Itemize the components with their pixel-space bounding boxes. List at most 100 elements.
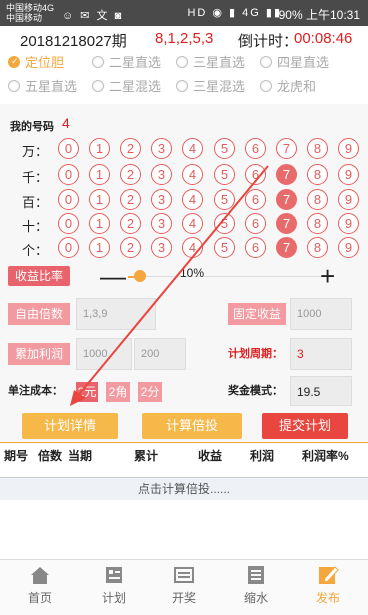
number-ball[interactable]: 1 <box>89 189 110 210</box>
number-ball[interactable]: 9 <box>338 237 359 258</box>
radio-icon <box>176 79 188 92</box>
nav-publish[interactable]: 发布 <box>298 564 358 606</box>
profit-ratio-label: 收益比率 <box>8 266 70 286</box>
number-ball[interactable]: 1 <box>89 213 110 234</box>
digit-row: 十： 0 1 2 3 4 5 6 7 8 9 <box>0 213 368 235</box>
number-ball[interactable]: 3 <box>151 189 172 210</box>
unit-option-jiao[interactable]: 2角 <box>106 382 130 402</box>
profit-ratio-slider-thumb[interactable] <box>133 270 146 282</box>
number-ball[interactable]: 0 <box>58 189 79 210</box>
mode-option-wuxing-zhixuan[interactable]: 五星直选 <box>8 76 77 95</box>
decrease-button[interactable]: — <box>100 261 126 292</box>
mode-option-dingweidan[interactable]: 定位胆 <box>8 52 64 71</box>
number-ball[interactable]: 2 <box>120 189 141 210</box>
number-ball[interactable]: 0 <box>58 213 79 234</box>
profit-ratio-value: 10% <box>180 266 205 280</box>
nav-plan[interactable]: 计划 <box>84 564 144 606</box>
calculate-multiplier-button[interactable]: 计算倍投 <box>142 413 242 439</box>
accumulate-input-2[interactable]: 200 <box>134 338 186 370</box>
carrier-2: 中国移动 <box>6 13 43 23</box>
number-ball[interactable]: 7 <box>276 164 297 185</box>
accumulate-profit-button[interactable]: 累加利润 <box>8 343 70 365</box>
fixed-profit-button[interactable]: 固定收益 <box>228 303 286 325</box>
number-ball[interactable]: 5 <box>214 189 235 210</box>
number-ball[interactable]: 0 <box>58 138 79 159</box>
mode-option-erxing-zhixuan[interactable]: 二星直选 <box>92 52 161 71</box>
mode-option-longhuhe[interactable]: 龙虎和 <box>260 76 316 95</box>
number-ball[interactable]: 2 <box>120 237 141 258</box>
mode-label: 五星直选 <box>25 79 78 94</box>
number-ball[interactable]: 2 <box>120 164 141 185</box>
mode-option-sanxing-hunxuan[interactable]: 三星混选 <box>176 76 245 95</box>
number-ball[interactable]: 4 <box>182 237 203 258</box>
number-ball[interactable]: 8 <box>307 237 328 258</box>
number-ball[interactable]: 4 <box>182 164 203 185</box>
number-ball[interactable]: 2 <box>120 138 141 159</box>
column-header: 收益 <box>198 449 223 463</box>
number-ball[interactable]: 8 <box>307 189 328 210</box>
number-ball[interactable]: 3 <box>151 138 172 159</box>
plan-detail-button[interactable]: 计划详情 <box>22 413 118 439</box>
number-ball[interactable]: 5 <box>214 138 235 159</box>
plan-icon <box>106 567 122 583</box>
number-ball[interactable]: 9 <box>338 138 359 159</box>
number-ball[interactable]: 5 <box>214 237 235 258</box>
increase-button[interactable]: + <box>320 261 335 292</box>
number-ball[interactable]: 8 <box>307 164 328 185</box>
digit-row-label: 个： <box>22 243 49 258</box>
number-ball[interactable]: 1 <box>89 164 110 185</box>
countdown-timer: 00:08:46 <box>294 30 353 47</box>
digit-row-label: 万： <box>22 144 49 159</box>
number-ball[interactable]: 1 <box>89 237 110 258</box>
submit-plan-button[interactable]: 提交计划 <box>262 413 348 439</box>
number-ball[interactable]: 8 <box>307 213 328 234</box>
number-ball[interactable]: 9 <box>338 213 359 234</box>
number-ball[interactable]: 9 <box>338 164 359 185</box>
mode-option-sanxing-zhixuan[interactable]: 三星直选 <box>176 52 245 71</box>
number-ball[interactable]: 5 <box>214 164 235 185</box>
number-ball[interactable]: 7 <box>276 189 297 210</box>
number-ball[interactable]: 7 <box>276 213 297 234</box>
self-multiplier-input[interactable]: 1,3,9 <box>76 298 156 330</box>
number-ball[interactable]: 4 <box>182 189 203 210</box>
mode-option-erxing-hunxuan[interactable]: 二星混选 <box>92 76 161 95</box>
number-ball[interactable]: 1 <box>89 138 110 159</box>
profit-ratio-slider-track[interactable] <box>132 276 322 277</box>
number-ball[interactable]: 8 <box>307 138 328 159</box>
number-ball[interactable]: 0 <box>58 164 79 185</box>
number-ball[interactable]: 6 <box>245 164 266 185</box>
number-ball[interactable]: 0 <box>58 237 79 258</box>
digit-row: 个： 0 1 2 3 4 5 6 7 8 9 <box>0 237 368 259</box>
number-ball[interactable]: 7 <box>276 138 297 159</box>
mode-label: 三星混选 <box>193 79 246 94</box>
accumulate-input-1[interactable]: 1000 <box>76 338 132 370</box>
number-ball[interactable]: 2 <box>120 213 141 234</box>
mode-label: 定位胆 <box>25 55 65 70</box>
plan-period-input[interactable]: 3 <box>290 338 352 370</box>
digit-row-label: 百： <box>22 195 49 210</box>
number-ball[interactable]: 6 <box>245 237 266 258</box>
number-ball[interactable]: 6 <box>245 213 266 234</box>
number-ball[interactable]: 4 <box>182 213 203 234</box>
prize-mode-input[interactable]: 19.5 <box>290 376 352 406</box>
number-ball[interactable]: 6 <box>245 189 266 210</box>
nav-shrink[interactable]: 缩水 <box>226 564 286 606</box>
number-ball[interactable]: 3 <box>151 237 172 258</box>
table-empty-hint[interactable]: 点击计算倍投...... <box>0 478 368 500</box>
unit-option-fen[interactable]: 2分 <box>138 382 162 402</box>
nav-lottery[interactable]: 开奖 <box>154 564 214 606</box>
number-ball[interactable]: 4 <box>182 138 203 159</box>
number-ball[interactable]: 3 <box>151 164 172 185</box>
fixed-profit-input[interactable]: 1000 <box>290 298 352 330</box>
number-ball[interactable]: 9 <box>338 189 359 210</box>
digit-row: 千： 0 1 2 3 4 5 6 7 8 9 <box>0 164 368 186</box>
number-ball[interactable]: 5 <box>214 213 235 234</box>
number-ball[interactable]: 3 <box>151 213 172 234</box>
number-ball[interactable]: 6 <box>245 138 266 159</box>
mode-option-sixing-zhixuan[interactable]: 四星直选 <box>260 52 329 71</box>
self-multiplier-button[interactable]: 自由倍数 <box>8 303 70 325</box>
nav-home[interactable]: 首页 <box>10 564 70 606</box>
unit-option-yuan[interactable]: 2元 <box>76 382 98 402</box>
clock: 上午10:31 <box>305 8 360 22</box>
number-ball[interactable]: 7 <box>276 237 297 258</box>
